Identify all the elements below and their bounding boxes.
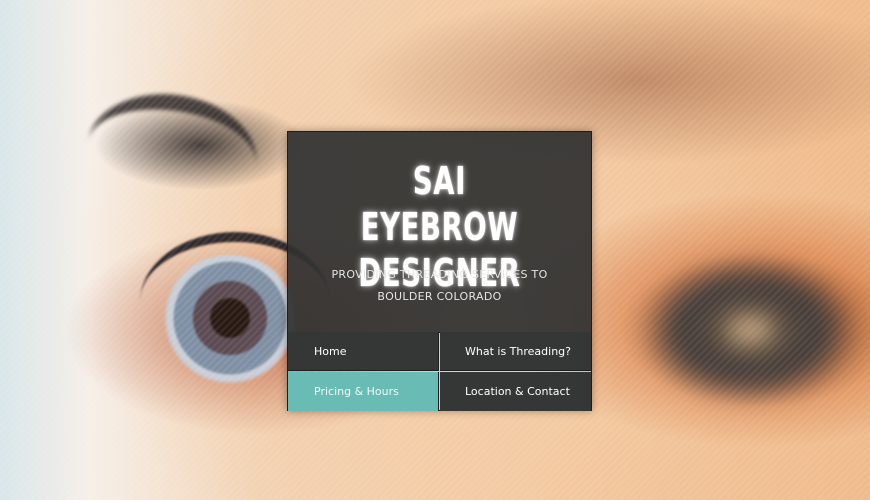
nav-item-pricing-hours[interactable]: Pricing & Hours: [288, 372, 439, 411]
site-title-line1: SAI EYEBROW: [360, 159, 519, 249]
main-nav: Home What is Threading? Pricing & Hours …: [288, 332, 591, 411]
site-tagline: PROVIDING THREADING SERVICES TO BOULDER …: [331, 268, 548, 303]
site-header: SAI EYEBROW DESIGNER PROVIDING THREADING…: [288, 132, 591, 333]
nav-item-what-is-threading[interactable]: What is Threading?: [440, 332, 591, 371]
nav-item-home[interactable]: Home: [288, 332, 439, 371]
site-panel: SAI EYEBROW DESIGNER PROVIDING THREADING…: [287, 131, 592, 411]
nav-item-location-contact[interactable]: Location & Contact: [440, 372, 591, 411]
